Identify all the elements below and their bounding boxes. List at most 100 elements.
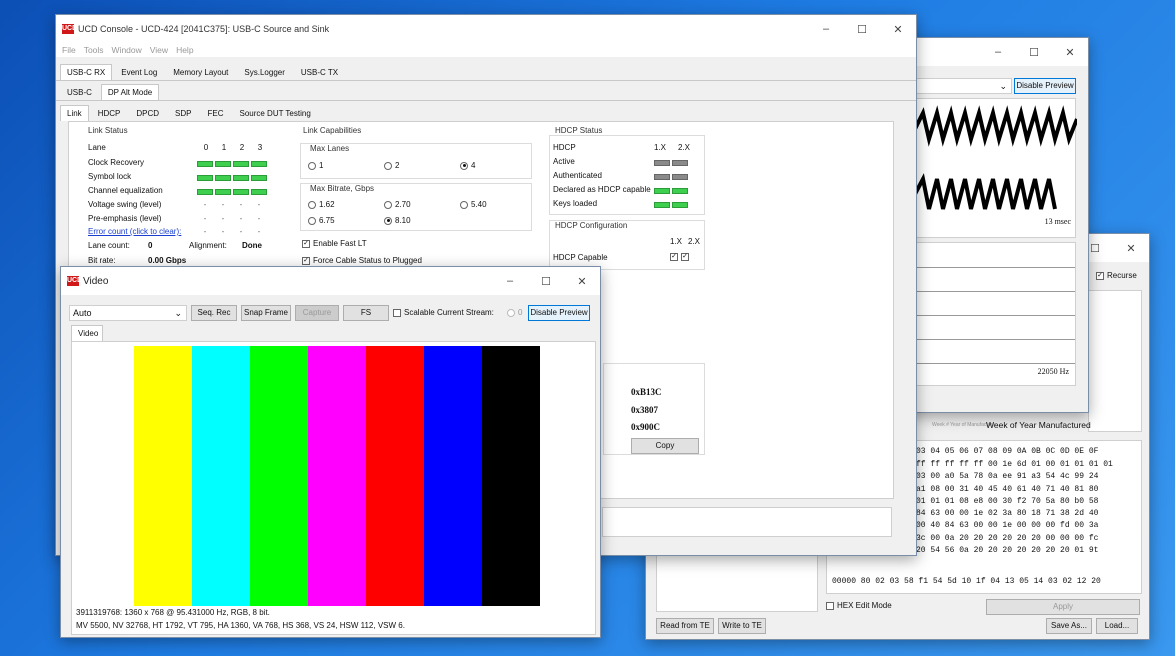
menu-window[interactable]: Window <box>112 45 142 55</box>
hex-row[interactable]: 84 63 00 00 1e 02 3a 80 18 71 38 2d 40 <box>916 508 1113 520</box>
audio-disable-preview-button[interactable]: Disable Preview <box>1014 78 1076 94</box>
audio-titlebar: – ☐ ✕ <box>906 38 1088 66</box>
video-disable-preview-button[interactable]: Disable Preview <box>528 305 590 321</box>
hdcp-status-title: HDCP Status <box>553 126 605 135</box>
fs-button[interactable]: FS <box>343 305 389 321</box>
hex-edit-checkbox[interactable]: HEX Edit Mode <box>826 601 892 610</box>
sub-tabs: USB-C DP Alt Mode <box>56 83 916 101</box>
lane-count-value: 0 <box>148 241 153 250</box>
minimize-icon[interactable]: – <box>492 275 528 288</box>
link-caps-title: Link Capabilities <box>301 126 364 135</box>
minimize-icon[interactable]: – <box>808 23 844 36</box>
lanes-radio-4[interactable]: 4 <box>460 161 475 170</box>
tab-dp-alt-mode[interactable]: DP Alt Mode <box>100 84 160 100</box>
tab-hdcp[interactable]: HDCP <box>91 105 128 121</box>
hdcp-1x-label: 1.X <box>654 143 667 152</box>
color-bar <box>192 346 250 606</box>
seq-rec-button[interactable]: Seq. Rec <box>191 305 237 321</box>
close-icon[interactable]: ✕ <box>1052 46 1088 59</box>
hex-row[interactable]: ff ff ff ff ff 00 1e 6d 01 00 01 01 01 0… <box>916 459 1113 471</box>
recurse-checkbox[interactable]: ✓ Recurse <box>1096 271 1137 280</box>
tab-link[interactable]: Link <box>60 105 89 121</box>
alignment-label: Alignment: <box>189 241 227 250</box>
chevron-down-icon: ⌄ <box>174 308 182 318</box>
channel-eq-leds <box>197 187 269 196</box>
chevron-down-icon: ⌄ <box>999 81 1007 91</box>
hdcp-declared-leds <box>654 186 690 195</box>
lane-numbers: 0 1 2 3 <box>197 143 277 152</box>
menu-view[interactable]: View <box>150 45 168 55</box>
tab-memory-layout[interactable]: Memory Layout <box>166 64 235 80</box>
menu-help[interactable]: Help <box>176 45 193 55</box>
menu-tools[interactable]: Tools <box>84 45 104 55</box>
hdcp-label: HDCP <box>553 143 576 152</box>
edid-tree <box>1088 290 1142 432</box>
tab-source-dut-testing[interactable]: Source DUT Testing <box>232 105 317 121</box>
bitrate-radio-1.62[interactable]: 1.62 <box>308 200 335 209</box>
minimize-icon[interactable]: – <box>980 46 1016 59</box>
channel-eq-label: Channel equalization <box>88 186 163 195</box>
window-title: UCD Console - UCD-424 [2041C375]: USB-C … <box>78 24 330 34</box>
stream-radio[interactable]: 0 <box>507 308 522 317</box>
tab-usb-c-tx[interactable]: USB-C TX <box>294 64 345 80</box>
copy-button[interactable]: Copy <box>631 438 699 454</box>
color-bar <box>134 346 192 606</box>
tab-sdp[interactable]: SDP <box>168 105 198 121</box>
clock-recovery-label: Clock Recovery <box>88 158 145 167</box>
close-icon[interactable]: ✕ <box>880 23 916 36</box>
maximize-icon[interactable]: ☐ <box>844 23 880 36</box>
frequency-label: 22050 Hz <box>1037 367 1069 376</box>
enable-fast-lt-checkbox[interactable]: ✓ Enable Fast LT <box>302 239 367 248</box>
hex-row[interactable]: a1 08 00 31 40 45 40 61 40 71 40 81 80 <box>916 484 1113 496</box>
lanes-radio-1[interactable]: 1 <box>308 161 323 170</box>
tab-dpcd[interactable]: DPCD <box>129 105 166 121</box>
capture-button[interactable]: Capture <box>295 305 339 321</box>
link-status-title: Link Status <box>86 126 130 135</box>
scalable-checkbox[interactable]: Scalable <box>393 308 435 317</box>
close-icon[interactable]: ✕ <box>1113 242 1149 255</box>
hdcp-2x-label: 2.X <box>678 143 691 152</box>
bitrate-radio-8.10[interactable]: 8.10 <box>384 216 411 225</box>
color-bar <box>424 346 482 606</box>
hex-header: 03 04 05 06 07 08 09 0A 0B 0C 0D 0E 0F <box>916 447 1099 456</box>
tab-usb-c[interactable]: USB-C <box>60 84 99 100</box>
save-as-button[interactable]: Save As... <box>1046 618 1092 634</box>
hex-row[interactable]: 3c 00 0a 20 20 20 20 20 20 00 00 00 fc <box>916 533 1113 545</box>
write-to-te-button[interactable]: Write to TE <box>718 618 766 634</box>
lane-0: 0 <box>203 143 209 152</box>
main-tabs: USB-C RX Event Log Memory Layout Sys.Log… <box>56 63 916 81</box>
max-lanes-title: Max Lanes <box>308 144 352 153</box>
read-from-te-button[interactable]: Read from TE <box>656 618 714 634</box>
hex-row[interactable]: 20 54 56 0a 20 20 20 20 20 20 20 01 9t <box>916 545 1113 557</box>
close-icon[interactable]: ✕ <box>564 275 600 288</box>
tab-fec[interactable]: FEC <box>200 105 230 121</box>
hex-row[interactable]: 03 00 a0 5a 78 0a ee 91 a3 54 4c 99 24 <box>916 471 1113 483</box>
color-bar <box>366 346 424 606</box>
pre-emphasis-label: Pre-emphasis (level) <box>88 214 162 223</box>
hdcp-config-title: HDCP Configuration <box>553 221 630 230</box>
error-count-link[interactable]: Error count (click to clear): <box>88 227 181 236</box>
hdcp-active-label: Active <box>553 157 575 166</box>
mode-select[interactable]: Auto ⌄ <box>69 305 187 321</box>
menu-file[interactable]: File <box>62 45 76 55</box>
hex-row[interactable]: 01 01 01 08 e8 00 30 f2 70 5a 80 b0 58 <box>916 496 1113 508</box>
bitrate-radio-5.40[interactable]: 5.40 <box>460 200 487 209</box>
maximize-icon[interactable]: ☐ <box>1016 46 1052 59</box>
tab-sys-logger[interactable]: Sys.Logger <box>237 64 291 80</box>
tab-usb-c-rx[interactable]: USB-C RX <box>60 64 113 80</box>
snap-frame-button[interactable]: Snap Frame <box>241 305 291 321</box>
tab-video[interactable]: Video <box>71 325 103 341</box>
hdcp-auth-leds <box>654 172 690 181</box>
force-cable-checkbox[interactable]: ✓ Force Cable Status to Plugged <box>302 256 422 265</box>
audio-select[interactable]: ⌄ <box>914 78 1012 94</box>
lanes-radio-2[interactable]: 2 <box>384 161 399 170</box>
hdcp-capable-checkboxes[interactable]: ✓ ✓ <box>670 252 692 261</box>
tab-event-log[interactable]: Event Log <box>114 64 164 80</box>
bitrate-radio-2.70[interactable]: 2.70 <box>384 200 411 209</box>
symbol-lock-label: Symbol lock <box>88 172 132 181</box>
apply-button[interactable]: Apply <box>986 599 1140 615</box>
hex-row[interactable]: 00 40 84 63 00 00 1e 00 00 00 fd 00 3a <box>916 520 1113 532</box>
bitrate-radio-6.75[interactable]: 6.75 <box>308 216 335 225</box>
maximize-icon[interactable]: ☐ <box>528 275 564 288</box>
load-button[interactable]: Load... <box>1096 618 1138 634</box>
